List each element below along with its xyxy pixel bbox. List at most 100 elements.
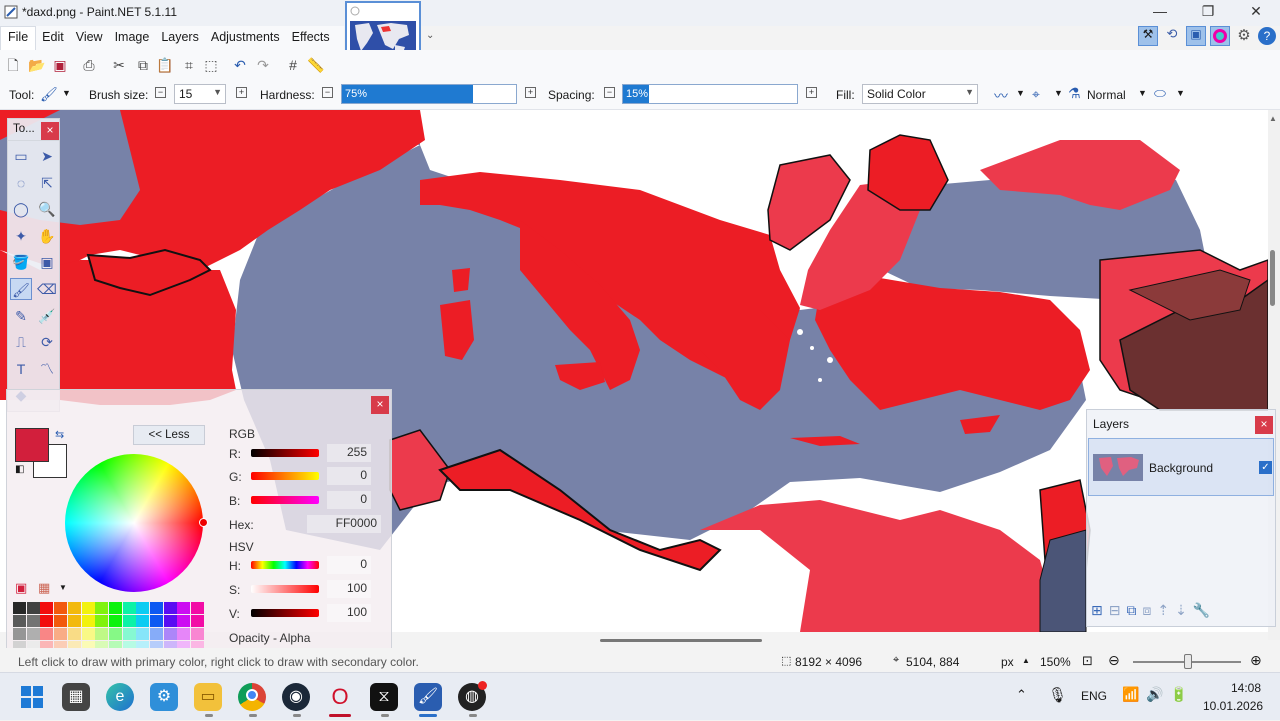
- opera-icon[interactable]: O: [326, 683, 354, 711]
- unit-dropdown-icon[interactable]: ▲: [1022, 656, 1030, 665]
- menu-effects[interactable]: Effects: [286, 26, 336, 50]
- palette-swatch[interactable]: [54, 628, 68, 640]
- line-curve-icon[interactable]: 〽: [36, 358, 58, 380]
- menu-view[interactable]: View: [70, 26, 109, 50]
- palette-swatch[interactable]: [108, 628, 122, 640]
- gradient-icon[interactable]: ▣: [36, 251, 58, 273]
- antialiasing-icon[interactable]: 〰: [994, 86, 1008, 106]
- calculator-icon[interactable]: ▦: [62, 683, 90, 711]
- sampling-icon[interactable]: ⌖: [1032, 86, 1040, 103]
- palette-swatch[interactable]: [191, 602, 205, 614]
- minimize-button[interactable]: —: [1140, 3, 1180, 23]
- help-icon[interactable]: ?: [1258, 27, 1276, 45]
- brush-size-combo[interactable]: 15 ▼: [174, 84, 226, 104]
- reset-colors-icon[interactable]: ◧: [15, 464, 24, 475]
- palette-swatch[interactable]: [81, 602, 95, 614]
- palette-swatch[interactable]: [163, 615, 177, 627]
- paint-bucket-icon[interactable]: 🪣: [10, 251, 32, 273]
- paintnet-icon[interactable]: 🖌: [414, 683, 442, 711]
- zoom-icon[interactable]: 🔍: [36, 198, 58, 220]
- history-toggle-icon[interactable]: ⟲: [1162, 26, 1182, 46]
- deselect-icon[interactable]: ⬚: [202, 56, 220, 74]
- b-value-input[interactable]: 0: [327, 491, 371, 509]
- move-selection-icon[interactable]: ➤: [36, 145, 58, 167]
- volume-icon[interactable]: 🔊: [1146, 686, 1163, 703]
- delete-layer-icon[interactable]: ⊟: [1109, 602, 1121, 619]
- brush-size-decrease-button[interactable]: −: [155, 87, 166, 98]
- edge-icon[interactable]: e: [106, 683, 134, 711]
- palette-swatch[interactable]: [26, 628, 40, 640]
- primary-color-swatch[interactable]: [15, 428, 49, 462]
- palette-swatch[interactable]: [108, 615, 122, 627]
- paintbrush-tool-icon[interactable]: 🖌: [40, 86, 58, 103]
- r-slider[interactable]: [251, 449, 319, 457]
- palette-swatch[interactable]: [95, 628, 109, 640]
- crop-to-selection-icon[interactable]: ⌗: [180, 56, 198, 74]
- clone-stamp-icon[interactable]: ⎍: [10, 331, 32, 353]
- add-layer-icon[interactable]: ⊞: [1091, 602, 1103, 619]
- menu-layers[interactable]: Layers: [155, 26, 205, 50]
- color-wheel-marker[interactable]: [199, 518, 208, 527]
- b-slider[interactable]: [251, 496, 319, 504]
- text-icon[interactable]: T: [10, 358, 32, 380]
- control-panel-icon[interactable]: ⚙: [150, 683, 178, 711]
- paste-icon[interactable]: 📋: [156, 56, 174, 74]
- palette-swatch[interactable]: [95, 615, 109, 627]
- selection-mode-icon[interactable]: ⬭: [1154, 85, 1166, 102]
- horizontal-scroll-thumb[interactable]: [600, 639, 762, 642]
- palette-swatch[interactable]: [40, 602, 54, 614]
- merge-layer-icon[interactable]: ⧈: [1142, 602, 1151, 619]
- move-layer-down-icon[interactable]: ⇣: [1175, 602, 1187, 619]
- spacing-slider[interactable]: 15%: [622, 84, 798, 104]
- scroll-up-icon[interactable]: ▲: [1269, 114, 1277, 123]
- fill-combo[interactable]: Solid Color ▼: [862, 84, 978, 104]
- layer-properties-icon[interactable]: 🔧: [1193, 602, 1210, 619]
- g-value-input[interactable]: 0: [327, 467, 371, 485]
- palette-swatch[interactable]: [177, 602, 191, 614]
- clock-time[interactable]: 14:08: [1231, 681, 1261, 695]
- palette-swatch[interactable]: [40, 628, 54, 640]
- zoom-slider-thumb[interactable]: [1184, 654, 1192, 669]
- palette-swatch[interactable]: [67, 628, 81, 640]
- capcut-icon[interactable]: ⧖: [370, 683, 398, 711]
- palette-swatch[interactable]: [67, 602, 81, 614]
- palette-swatch[interactable]: [54, 602, 68, 614]
- h-slider[interactable]: [251, 561, 319, 569]
- hex-input[interactable]: FF0000: [307, 515, 381, 533]
- spacing-decrease-button[interactable]: −: [604, 87, 615, 98]
- cut-icon[interactable]: ✂: [110, 56, 128, 74]
- lasso-select-icon[interactable]: ◌: [10, 172, 32, 194]
- menu-image[interactable]: Image: [109, 26, 156, 50]
- open-folder-icon[interactable]: 📂: [28, 56, 46, 74]
- menu-adjustments[interactable]: Adjustments: [205, 26, 286, 50]
- menu-file[interactable]: File: [0, 26, 37, 50]
- palette-swatch[interactable]: [163, 628, 177, 640]
- layers-toggle-icon[interactable]: ▣: [1186, 26, 1206, 46]
- s-slider[interactable]: [251, 585, 319, 593]
- hardness-slider[interactable]: 75%: [341, 84, 517, 104]
- settings-gear-icon[interactable]: ⚙: [1234, 26, 1254, 46]
- show-hidden-icons-chevron[interactable]: ⌃: [1016, 687, 1027, 703]
- layer-row-background[interactable]: Background ✓: [1088, 438, 1274, 496]
- blend-mode-icon[interactable]: ⚗: [1068, 85, 1081, 102]
- zoom-in-icon[interactable]: ⊕: [1250, 652, 1262, 669]
- new-file-icon[interactable]: 🗋: [4, 56, 22, 74]
- file-explorer-icon[interactable]: ▭: [194, 683, 222, 711]
- palette-swatch[interactable]: [54, 615, 68, 627]
- language-indicator[interactable]: ENG: [1081, 689, 1107, 703]
- zoom-level[interactable]: 150%: [1040, 655, 1071, 669]
- copy-icon[interactable]: ⧉: [134, 56, 152, 74]
- tools-close-icon[interactable]: ×: [41, 122, 59, 140]
- s-value-input[interactable]: 100: [327, 580, 371, 598]
- save-icon[interactable]: ▣: [51, 56, 69, 74]
- palette-swatch[interactable]: [150, 602, 163, 614]
- add-to-palette-icon[interactable]: ▣: [15, 580, 27, 596]
- colors-toggle-icon[interactable]: [1210, 26, 1230, 46]
- v-slider[interactable]: [251, 609, 319, 617]
- pencil-icon[interactable]: ✎: [10, 305, 32, 327]
- sampling-dropdown-icon[interactable]: ▼: [1054, 88, 1063, 98]
- palette-dropdown-icon[interactable]: ▼: [59, 583, 67, 592]
- tool-dropdown-chevron-icon[interactable]: ▼: [62, 88, 71, 98]
- palette-swatch[interactable]: [26, 602, 40, 614]
- hardness-increase-button[interactable]: +: [525, 87, 536, 98]
